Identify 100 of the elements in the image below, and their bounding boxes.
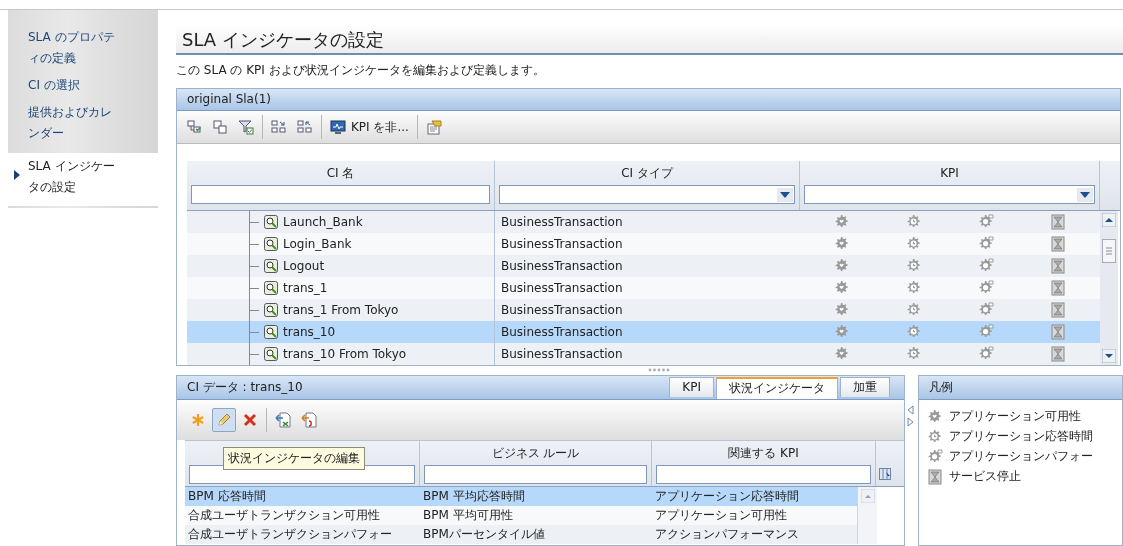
column-chooser-icon[interactable] [879,468,891,480]
table-row[interactable]: 合成ユーザトランザクションパフォー BPMパーセンタイル値 アクションパフォーマンス [185,525,857,544]
ci-type: BusinessTransaction [501,259,623,273]
hourglass-icon [1050,258,1066,274]
sidebar-item[interactable]: CI の選択 [8,72,158,99]
ci-type: BusinessTransaction [501,325,623,339]
hourglass-icon [1050,280,1066,296]
hierarchy-icon [297,119,313,135]
heart-gear-icon [834,302,850,318]
clock-gear-icon [906,214,922,230]
flag-gear-icon [978,324,994,340]
table-row[interactable]: BPM 応答時間 BPM 平均応答時間 アプリケーション応答時間 [185,487,857,506]
page-description: この SLA の KPI および状況インジケータを編集および定義します。 [176,62,546,79]
scrollbar[interactable] [1100,211,1118,365]
tab[interactable]: 加重 [840,377,890,397]
legend-label: サービス停止 [949,468,1021,485]
filter-field[interactable] [424,465,647,484]
filter-field[interactable] [656,465,871,484]
magnifier-tile-icon [264,281,278,295]
column-header[interactable]: CI 名 [191,161,490,185]
table-row[interactable]: trans_10 BusinessTransaction [187,321,1100,343]
table-cell-text: 合成ユーザトランザクション可用性 [187,507,381,524]
flag-gear-icon [978,280,994,296]
panel-title: CI データ : trans_10 [187,379,303,396]
splitter-grip-icon[interactable] [648,368,670,372]
clock-gear-icon [906,236,922,252]
magnifier-tile-icon [264,347,278,361]
ci-name: Logout [283,259,325,273]
copy-icon [212,119,228,135]
magnifier-tile-icon [264,325,278,339]
heart-gear-icon [834,324,850,340]
hourglass-icon [1050,214,1066,230]
flag-gear-icon [978,214,994,230]
asterisk-icon [190,412,206,428]
ci-name: trans_1 From Tokyo [283,303,399,317]
hourglass-icon [1050,236,1066,252]
filter-field[interactable] [191,185,490,204]
heart-gear-icon [834,236,850,252]
table-cell-text: BPM 平均応答時間 [422,488,526,505]
table-row[interactable]: trans_10 From Tokyo BusinessTransaction [187,343,1100,365]
import-icon [275,412,291,428]
collapse-arrows-icon[interactable] [907,405,914,427]
edit-button[interactable] [212,408,236,432]
tooltip: 状況インジケータの編集 [223,447,365,470]
clock-gear-icon [927,428,943,445]
column-header[interactable]: KPI [804,161,1095,185]
filter-dropdown[interactable] [499,185,795,204]
flag-gear-icon [978,258,994,274]
export-icon [301,412,317,428]
table-cell-text: アプリケーション応答時間 [654,488,800,505]
hourglass-icon [1050,346,1066,362]
filter-icon [238,119,254,135]
panel-title: original Sla(1) [177,89,1120,111]
table-row[interactable]: Launch_Bank BusinessTransaction [187,211,1100,233]
heart-gear-icon [834,280,850,296]
legend-label: アプリケーションパフォー [949,448,1093,465]
table-row[interactable]: trans_1 BusinessTransaction [187,277,1100,299]
table-row[interactable]: trans_1 From Tokyo BusinessTransaction [187,299,1100,321]
ci-name: Launch_Bank [283,215,363,229]
hourglass-icon [1050,302,1066,318]
magnifier-tile-icon [264,237,278,251]
hide-kpi-button[interactable]: KPI を非... [326,116,413,138]
column-header[interactable]: 関連する KPI [656,441,871,465]
column-header[interactable]: ビジネス ルール [424,441,647,465]
flag-gear-icon [978,302,994,318]
clock-gear-icon [906,302,922,318]
filter-dropdown[interactable] [804,185,1095,204]
ci-type: BusinessTransaction [501,347,623,361]
pencil-icon [216,412,232,428]
scroll-down-icon [1102,349,1116,363]
table-cell-text: BPM 平均可用性 [422,507,514,524]
delete-icon [242,412,258,428]
sidebar-item[interactable]: SLA インジケータの設定 [8,153,158,206]
sidebar-item[interactable]: 提供およびカレンダー [8,99,158,147]
magnifier-tile-icon [264,303,278,317]
table-row[interactable]: Login_Bank BusinessTransaction [187,233,1100,255]
table-cell-text: BPMパーセンタイル値 [422,526,546,543]
hourglass-icon [927,468,943,485]
magnifier-tile-icon [264,259,278,273]
scroll-up-icon [1102,213,1116,227]
heart-gear-icon [834,214,850,230]
table-row[interactable]: Logout BusinessTransaction [187,255,1100,277]
tab[interactable]: KPI [669,377,714,397]
sidebar-item[interactable]: SLA のプロパティの定義 [8,24,158,72]
ci-type: BusinessTransaction [501,237,623,251]
flag-gear-icon [978,236,994,252]
scroll-up-icon [860,489,875,503]
ci-type: BusinessTransaction [501,215,623,229]
properties-icon [425,119,442,135]
ci-name: trans_10 [283,325,336,339]
ci-name: trans_1 [283,281,328,295]
scrollbar[interactable] [857,487,877,544]
column-header[interactable]: CI タイプ [499,161,795,185]
clock-gear-icon [906,280,922,296]
ci-name: trans_10 From Tokyo [283,347,407,361]
magnifier-tile-icon [264,215,278,229]
tab[interactable]: 状況インジケータ [716,377,838,399]
ci-name: Login_Bank [283,237,352,251]
clock-gear-icon [906,346,922,362]
table-row[interactable]: 合成ユーザトランザクション可用性 BPM 平均可用性 アプリケーション可用性 [185,506,857,525]
